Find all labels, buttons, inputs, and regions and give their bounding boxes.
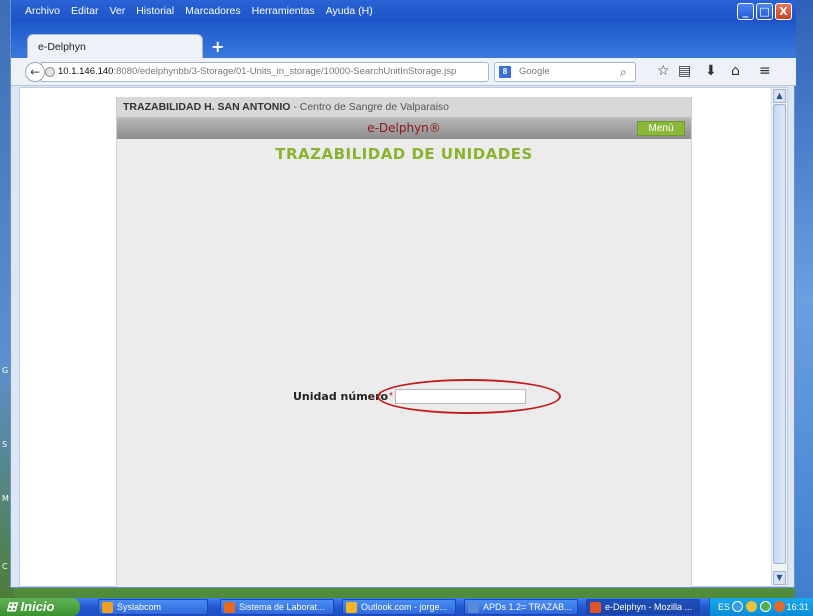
unit-number-label: Unidad número xyxy=(293,390,389,403)
taskbar-item-label: Sistema de Laborat... xyxy=(239,602,325,612)
bookmarks-list-icon[interactable]: ▤ xyxy=(678,63,691,79)
start-label: Inicio xyxy=(20,599,55,614)
navigation-bar: 10.1.146.140:8080/edelphynbb/3-Storage/0… xyxy=(11,58,796,86)
app-container: TRAZABILIDAD H. SAN ANTONIO - Centro de … xyxy=(116,97,692,587)
close-button[interactable]: X xyxy=(775,3,792,20)
vertical-scrollbar[interactable]: ▲ ▼ xyxy=(771,88,787,586)
taskbar-item-label: Syslabcom xyxy=(117,602,162,612)
bookmark-star-icon[interactable]: ☆ xyxy=(657,63,670,79)
app-icon xyxy=(468,602,479,613)
taskbar-item-label: e-Delphyn - Mozilla ... xyxy=(605,602,693,612)
downloads-icon[interactable]: ⬇ xyxy=(705,63,717,79)
app-icon xyxy=(102,602,113,613)
app-header: TRAZABILIDAD H. SAN ANTONIO - Centro de … xyxy=(117,97,691,118)
taskbar-item-active[interactable]: e-Delphyn - Mozilla ... xyxy=(586,599,700,615)
desktop-label: C xyxy=(2,562,8,571)
required-marker: * xyxy=(389,391,394,402)
hamburger-menu-icon[interactable]: ≡ xyxy=(759,63,771,79)
google-icon: 8 xyxy=(499,66,511,78)
app-icon xyxy=(224,602,235,613)
menu-button[interactable]: Menú xyxy=(637,121,685,136)
globe-icon xyxy=(45,67,55,77)
desktop-label: G xyxy=(2,366,9,375)
desktop-label: M xyxy=(2,494,9,503)
back-button[interactable]: ← xyxy=(25,62,45,82)
menu-archivo[interactable]: Archivo xyxy=(25,5,60,17)
menu-ver[interactable]: Ver xyxy=(109,5,125,17)
windows-logo-icon: ⊞ xyxy=(6,599,17,614)
scroll-up-button[interactable]: ▲ xyxy=(773,89,786,103)
scroll-thumb[interactable] xyxy=(773,104,786,564)
system-tray: ES 16:31 xyxy=(709,598,813,616)
taskbar-item[interactable]: APDs 1.2= TRAZAB... xyxy=(464,599,578,615)
menu-bar: Archivo Editar Ver Historial Marcadores … xyxy=(11,0,796,22)
tray-icons xyxy=(732,601,785,612)
page-title: TRAZABILIDAD DE UNIDADES xyxy=(275,145,533,163)
taskbar: ⊞ Inicio Syslabcom Sistema de Laborat...… xyxy=(0,598,813,616)
minimize-button[interactable]: _ xyxy=(737,3,754,20)
new-tab-button[interactable]: + xyxy=(211,37,224,56)
home-icon[interactable]: ⌂ xyxy=(731,63,740,79)
network-icon[interactable] xyxy=(732,601,743,612)
desktop-right-strip xyxy=(795,0,813,598)
taskbar-item[interactable]: Outlook.com - jorge... xyxy=(342,599,456,615)
tray-app-icon[interactable] xyxy=(746,601,757,612)
tab-e-delphyn[interactable]: e-Delphyn xyxy=(27,34,203,60)
taskbar-item[interactable]: Syslabcom xyxy=(98,599,208,615)
url-bar[interactable]: 10.1.146.140:8080/edelphynbb/3-Storage/0… xyxy=(41,62,489,82)
browser-window: Archivo Editar Ver Historial Marcadores … xyxy=(10,0,796,588)
search-placeholder: Google xyxy=(519,66,550,77)
desktop-label: S xyxy=(2,440,8,449)
menu-historial[interactable]: Historial xyxy=(136,5,174,17)
unit-number-input[interactable] xyxy=(395,389,527,404)
maximize-button[interactable]: □ xyxy=(756,3,773,20)
clock: 16:31 xyxy=(786,602,809,612)
hospital-title: TRAZABILIDAD H. SAN ANTONIO xyxy=(123,101,291,113)
arrow-left-icon: ← xyxy=(29,65,41,79)
app-brand: e-Delphyn® xyxy=(367,121,441,135)
tray-app-icon[interactable] xyxy=(760,601,771,612)
tab-bar: e-Delphyn + xyxy=(11,22,796,60)
scroll-down-button[interactable]: ▼ xyxy=(773,571,786,585)
url-path: :8080/edelphynbb/3-Storage/01-Units_in_s… xyxy=(113,66,457,77)
taskbar-item-label: Outlook.com - jorge... xyxy=(361,602,448,612)
language-indicator[interactable]: ES xyxy=(718,602,730,612)
unit-number-row: Unidad número * xyxy=(293,389,527,404)
menu-marcadores[interactable]: Marcadores xyxy=(185,5,240,17)
tray-app-icon[interactable] xyxy=(774,601,785,612)
app-icon xyxy=(346,602,357,613)
firefox-icon xyxy=(590,602,601,613)
app-bar: e-Delphyn® Menú xyxy=(117,118,691,139)
url-host: 10.1.146.140 xyxy=(58,66,114,77)
menu-editar[interactable]: Editar xyxy=(71,5,98,17)
menu-herramientas[interactable]: Herramientas xyxy=(252,5,315,17)
window-controls: _ □ X xyxy=(737,3,792,20)
search-bar[interactable]: 8 Google ⌕ xyxy=(494,62,636,82)
page-content: TRAZABILIDAD H. SAN ANTONIO - Centro de … xyxy=(19,87,788,587)
search-icon[interactable]: ⌕ xyxy=(620,65,627,80)
start-button[interactable]: ⊞ Inicio xyxy=(0,598,80,616)
taskbar-item[interactable]: Sistema de Laborat... xyxy=(220,599,334,615)
menu-ayuda[interactable]: Ayuda (H) xyxy=(326,5,373,17)
hospital-subtitle: - Centro de Sangre de Valparaiso xyxy=(290,101,449,113)
taskbar-item-label: APDs 1.2= TRAZAB... xyxy=(483,602,572,612)
